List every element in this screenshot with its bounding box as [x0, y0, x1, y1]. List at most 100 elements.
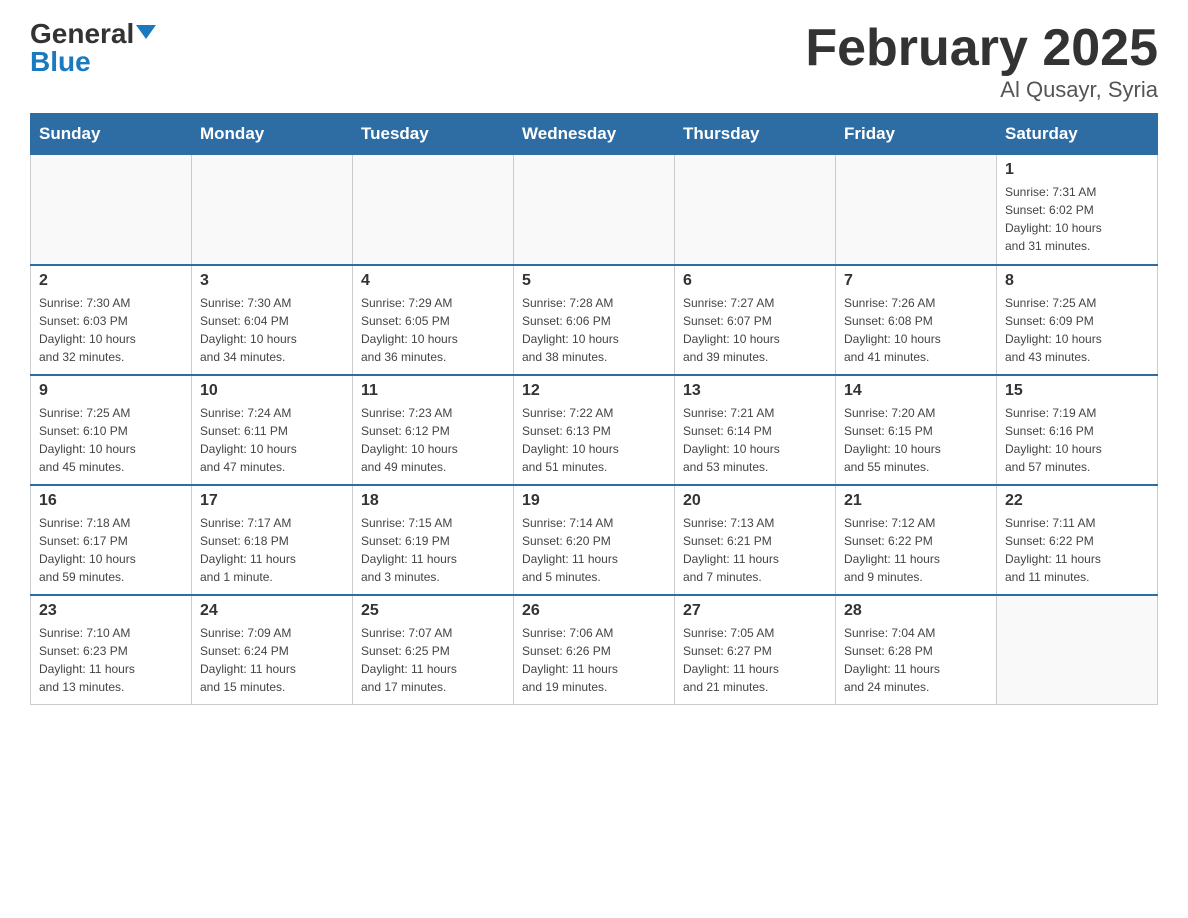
day-info: Sunrise: 7:29 AM Sunset: 6:05 PM Dayligh… — [361, 294, 505, 366]
day-of-week-header: Tuesday — [353, 114, 514, 155]
calendar-day-cell: 21 Sunrise: 7:12 AM Sunset: 6:22 PM Dayli… — [836, 485, 997, 595]
day-number: 11 — [361, 382, 505, 400]
day-info: Sunrise: 7:06 AM Sunset: 6:26 PM Dayligh… — [522, 624, 666, 696]
day-number: 2 — [39, 272, 183, 290]
day-info: Sunrise: 7:10 AM Sunset: 6:23 PM Dayligh… — [39, 624, 183, 696]
day-number: 26 — [522, 602, 666, 620]
calendar-week-row: 16Sunrise: 7:18 AM Sunset: 6:17 PM Dayli… — [31, 485, 1158, 595]
logo-triangle-icon — [136, 25, 156, 39]
calendar-table: SundayMondayTuesdayWednesdayThursdayFrid… — [30, 113, 1158, 705]
page-subtitle: Al Qusayr, Syria — [805, 77, 1158, 103]
day-number: 21 — [844, 492, 988, 510]
day-number: 19 — [522, 492, 666, 510]
day-info: Sunrise: 7:25 AM Sunset: 6:10 PM Dayligh… — [39, 404, 183, 476]
calendar-day-cell: 8 Sunrise: 7:25 AM Sunset: 6:09 PM Daylig… — [997, 265, 1158, 375]
day-info: Sunrise: 7:15 AM Sunset: 6:19 PM Dayligh… — [361, 514, 505, 586]
calendar-header: SundayMondayTuesdayWednesdayThursdayFrid… — [31, 114, 1158, 155]
day-number: 5 — [522, 272, 666, 290]
day-info: Sunrise: 7:17 AM Sunset: 6:18 PM Dayligh… — [200, 514, 344, 586]
calendar-day-cell — [31, 155, 192, 265]
calendar-day-cell: 25 Sunrise: 7:07 AM Sunset: 6:25 PM Dayli… — [353, 595, 514, 705]
calendar-day-cell: 28Sunrise: 7:04 AM Sunset: 6:28 PM Dayli… — [836, 595, 997, 705]
day-number: 14 — [844, 382, 988, 400]
calendar-week-row: 23 Sunrise: 7:10 AM Sunset: 6:23 PM Dayli… — [31, 595, 1158, 705]
day-info: Sunrise: 7:30 AM Sunset: 6:03 PM Dayligh… — [39, 294, 183, 366]
logo: General Blue — [30, 20, 156, 76]
day-number: 20 — [683, 492, 827, 510]
day-info: Sunrise: 7:30 AM Sunset: 6:04 PM Dayligh… — [200, 294, 344, 366]
day-info: Sunrise: 7:20 AM Sunset: 6:15 PM Dayligh… — [844, 404, 988, 476]
calendar-day-cell — [353, 155, 514, 265]
day-number: 6 — [683, 272, 827, 290]
calendar-day-cell — [997, 595, 1158, 705]
day-of-week-header: Friday — [836, 114, 997, 155]
calendar-day-cell: 1Sunrise: 7:31 AM Sunset: 6:02 PM Daylig… — [997, 155, 1158, 265]
calendar-day-cell: 10 Sunrise: 7:24 AM Sunset: 6:11 PM Dayli… — [192, 375, 353, 485]
calendar-day-cell: 14 Sunrise: 7:20 AM Sunset: 6:15 PM Dayli… — [836, 375, 997, 485]
calendar-day-cell: 19 Sunrise: 7:14 AM Sunset: 6:20 PM Dayli… — [514, 485, 675, 595]
day-number: 3 — [200, 272, 344, 290]
day-info: Sunrise: 7:31 AM Sunset: 6:02 PM Dayligh… — [1005, 183, 1149, 255]
logo-blue: Blue — [30, 48, 91, 76]
day-info: Sunrise: 7:13 AM Sunset: 6:21 PM Dayligh… — [683, 514, 827, 586]
day-info: Sunrise: 7:04 AM Sunset: 6:28 PM Dayligh… — [844, 624, 988, 696]
day-number: 25 — [361, 602, 505, 620]
day-info: Sunrise: 7:25 AM Sunset: 6:09 PM Dayligh… — [1005, 294, 1149, 366]
day-number: 18 — [361, 492, 505, 510]
day-info: Sunrise: 7:09 AM Sunset: 6:24 PM Dayligh… — [200, 624, 344, 696]
day-info: Sunrise: 7:11 AM Sunset: 6:22 PM Dayligh… — [1005, 514, 1149, 586]
day-number: 24 — [200, 602, 344, 620]
calendar-day-cell: 22 Sunrise: 7:11 AM Sunset: 6:22 PM Dayli… — [997, 485, 1158, 595]
calendar-day-cell: 6 Sunrise: 7:27 AM Sunset: 6:07 PM Daylig… — [675, 265, 836, 375]
day-number: 9 — [39, 382, 183, 400]
day-info: Sunrise: 7:05 AM Sunset: 6:27 PM Dayligh… — [683, 624, 827, 696]
calendar-week-row: 9 Sunrise: 7:25 AM Sunset: 6:10 PM Daylig… — [31, 375, 1158, 485]
day-number: 16 — [39, 492, 183, 510]
calendar-day-cell: 27Sunrise: 7:05 AM Sunset: 6:27 PM Dayli… — [675, 595, 836, 705]
calendar-day-cell: 4Sunrise: 7:29 AM Sunset: 6:05 PM Daylig… — [353, 265, 514, 375]
calendar-day-cell: 20 Sunrise: 7:13 AM Sunset: 6:21 PM Dayli… — [675, 485, 836, 595]
day-info: Sunrise: 7:12 AM Sunset: 6:22 PM Dayligh… — [844, 514, 988, 586]
day-info: Sunrise: 7:07 AM Sunset: 6:25 PM Dayligh… — [361, 624, 505, 696]
day-number: 8 — [1005, 272, 1149, 290]
calendar-day-cell: 23 Sunrise: 7:10 AM Sunset: 6:23 PM Dayli… — [31, 595, 192, 705]
day-number: 22 — [1005, 492, 1149, 510]
calendar-day-cell: 2 Sunrise: 7:30 AM Sunset: 6:03 PM Daylig… — [31, 265, 192, 375]
day-number: 12 — [522, 382, 666, 400]
calendar-day-cell: 26 Sunrise: 7:06 AM Sunset: 6:26 PM Dayli… — [514, 595, 675, 705]
day-info: Sunrise: 7:23 AM Sunset: 6:12 PM Dayligh… — [361, 404, 505, 476]
calendar-day-cell — [192, 155, 353, 265]
day-info: Sunrise: 7:19 AM Sunset: 6:16 PM Dayligh… — [1005, 404, 1149, 476]
calendar-day-cell: 16Sunrise: 7:18 AM Sunset: 6:17 PM Dayli… — [31, 485, 192, 595]
calendar-day-cell: 9 Sunrise: 7:25 AM Sunset: 6:10 PM Daylig… — [31, 375, 192, 485]
day-of-week-header: Wednesday — [514, 114, 675, 155]
day-info: Sunrise: 7:26 AM Sunset: 6:08 PM Dayligh… — [844, 294, 988, 366]
day-info: Sunrise: 7:24 AM Sunset: 6:11 PM Dayligh… — [200, 404, 344, 476]
calendar-day-cell: 11 Sunrise: 7:23 AM Sunset: 6:12 PM Dayli… — [353, 375, 514, 485]
calendar-week-row: 2 Sunrise: 7:30 AM Sunset: 6:03 PM Daylig… — [31, 265, 1158, 375]
calendar-day-cell: 13 Sunrise: 7:21 AM Sunset: 6:14 PM Dayli… — [675, 375, 836, 485]
page-title: February 2025 — [805, 20, 1158, 77]
calendar-day-cell: 17Sunrise: 7:17 AM Sunset: 6:18 PM Dayli… — [192, 485, 353, 595]
day-info: Sunrise: 7:14 AM Sunset: 6:20 PM Dayligh… — [522, 514, 666, 586]
day-number: 15 — [1005, 382, 1149, 400]
calendar-day-cell — [514, 155, 675, 265]
calendar-day-cell: 7Sunrise: 7:26 AM Sunset: 6:08 PM Daylig… — [836, 265, 997, 375]
day-number: 10 — [200, 382, 344, 400]
calendar-day-cell: 3 Sunrise: 7:30 AM Sunset: 6:04 PM Daylig… — [192, 265, 353, 375]
calendar-day-cell — [836, 155, 997, 265]
day-info: Sunrise: 7:27 AM Sunset: 6:07 PM Dayligh… — [683, 294, 827, 366]
logo-general: General — [30, 20, 156, 48]
calendar-week-row: 1Sunrise: 7:31 AM Sunset: 6:02 PM Daylig… — [31, 155, 1158, 265]
day-number: 23 — [39, 602, 183, 620]
title-block: February 2025 Al Qusayr, Syria — [805, 20, 1158, 103]
day-number: 13 — [683, 382, 827, 400]
calendar-day-cell: 5Sunrise: 7:28 AM Sunset: 6:06 PM Daylig… — [514, 265, 675, 375]
calendar-day-cell: 18 Sunrise: 7:15 AM Sunset: 6:19 PM Dayli… — [353, 485, 514, 595]
calendar-day-cell: 24 Sunrise: 7:09 AM Sunset: 6:24 PM Dayli… — [192, 595, 353, 705]
calendar-day-cell — [675, 155, 836, 265]
day-of-week-header: Monday — [192, 114, 353, 155]
calendar-day-cell: 12Sunrise: 7:22 AM Sunset: 6:13 PM Dayli… — [514, 375, 675, 485]
day-info: Sunrise: 7:21 AM Sunset: 6:14 PM Dayligh… — [683, 404, 827, 476]
calendar-day-cell: 15 Sunrise: 7:19 AM Sunset: 6:16 PM Dayli… — [997, 375, 1158, 485]
